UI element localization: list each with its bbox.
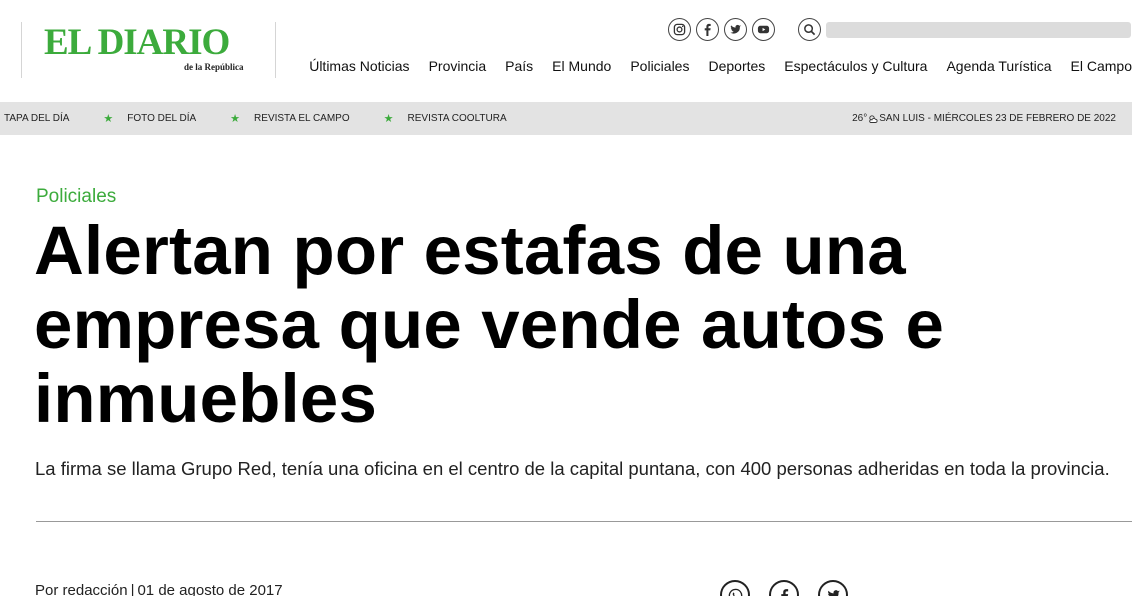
whatsapp-icon[interactable] <box>720 580 750 596</box>
logo-title: EL DIARIO <box>44 22 230 63</box>
twitter-icon[interactable] <box>724 18 747 41</box>
author: Por redacción <box>35 582 128 596</box>
instagram-icon[interactable] <box>668 18 691 41</box>
article-headline: Alertan por estafas de una empresa que v… <box>34 212 945 437</box>
star-icon: ★ <box>383 113 394 125</box>
nav-item-ultimas-noticias[interactable]: Últimas Noticias <box>300 58 419 74</box>
link-foto-del-dia[interactable]: FOTO DEL DÍA <box>127 113 196 124</box>
nav-item-el-mundo[interactable]: El Mundo <box>543 58 621 74</box>
link-tapa-del-dia[interactable]: TAPA DEL DÍA <box>4 113 69 124</box>
nav-item-deportes[interactable]: Deportes <box>699 58 775 74</box>
location-date: SAN LUIS - MIÉRCOLES 23 DE FEBRERO DE 20… <box>879 113 1116 124</box>
nav-item-el-campo[interactable]: El Campo <box>1061 58 1132 74</box>
publish-date: 01 de agosto de 2017 <box>137 582 283 596</box>
secondary-bar: TAPA DEL DÍA ★ FOTO DEL DÍA ★ REVISTA EL… <box>0 102 1132 135</box>
link-revista-cooltura[interactable]: REVISTA COOLTURA <box>408 113 507 124</box>
temperature: 26° <box>852 113 868 124</box>
youtube-icon[interactable] <box>752 18 775 41</box>
secondary-links: TAPA DEL DÍA ★ FOTO DEL DÍA ★ REVISTA EL… <box>4 102 507 135</box>
facebook-icon[interactable] <box>696 18 719 41</box>
nav-item-agenda-turistica[interactable]: Agenda Turística <box>937 58 1061 74</box>
article-lead: La firma se llama Grupo Red, tenía una o… <box>35 458 1110 479</box>
main-nav: Últimas Noticias Provincia País El Mundo… <box>300 58 1132 74</box>
nav-item-espectaculos[interactable]: Espectáculos y Cultura <box>775 58 937 74</box>
facebook-icon[interactable] <box>769 580 799 596</box>
nav-item-provincia[interactable]: Provincia <box>419 58 496 74</box>
site-header: EL DIARIO de la República Últimas Notici… <box>0 0 1132 102</box>
star-icon: ★ <box>230 113 241 125</box>
star-icon: ★ <box>103 113 114 125</box>
nav-item-pais[interactable]: País <box>496 58 543 74</box>
partly-cloudy-icon <box>869 114 878 123</box>
weather-date: 26° SAN LUIS - MIÉRCOLES 23 DE FEBRERO D… <box>852 102 1116 135</box>
logo-subtitle: de la República <box>184 62 244 72</box>
twitter-icon[interactable] <box>818 580 848 596</box>
byline-separator: | <box>130 582 135 596</box>
article-category[interactable]: Policiales <box>36 186 116 208</box>
search-input[interactable] <box>826 22 1131 38</box>
divider <box>36 521 1132 522</box>
byline: Por redacción | 01 de agosto de 2017 <box>35 582 283 596</box>
social-links <box>668 18 775 41</box>
search-icon[interactable] <box>798 18 821 41</box>
nav-item-policiales[interactable]: Policiales <box>621 58 699 74</box>
link-revista-el-campo[interactable]: REVISTA EL CAMPO <box>254 113 350 124</box>
share-buttons <box>720 580 848 596</box>
logo[interactable]: EL DIARIO de la República <box>21 22 276 78</box>
